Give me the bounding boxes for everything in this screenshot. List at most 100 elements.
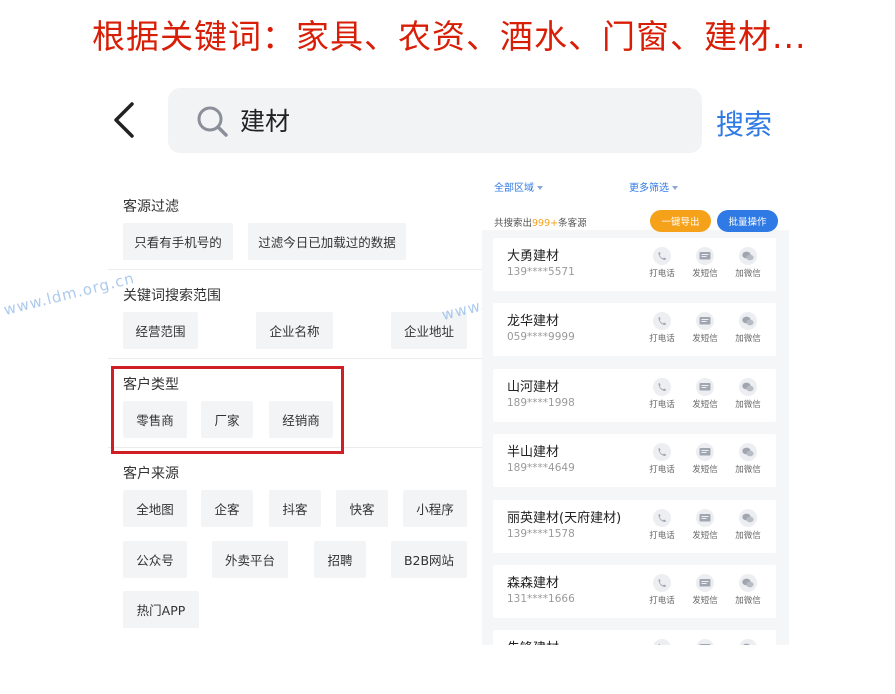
sms-button[interactable]: 发短信 [688,508,722,549]
export-button[interactable]: 一键导出 [650,210,711,232]
promo-banner: 根据关键词：家具、农资、酒水、门窗、建材... [92,17,807,56]
wechat-label: 加微信 [735,269,761,279]
result-name: 半山建材 [507,445,560,461]
call-label: 打电话 [649,399,675,410]
wechat-icon [739,508,757,527]
wechat-button[interactable]: 加微信 [731,443,765,483]
wechat-button[interactable]: 加微信 [731,574,765,614]
section-title-customer-source: 客户来源 [123,466,179,482]
phone-icon [653,312,671,331]
source-option-official-account[interactable]: 公众号 [123,541,187,578]
wechat-label: 加微信 [735,465,761,476]
phone-icon [653,508,671,527]
result-card[interactable]: 朱锋建材 打电话 发短信 加微信 [493,630,776,645]
filter-option-has-phone[interactable]: 只看有手机号的 [123,223,233,260]
result-phone: 131****1666 [507,593,575,605]
call-label: 打电话 [649,334,675,345]
source-option-takeout[interactable]: 外卖平台 [212,541,288,578]
wechat-icon [739,574,757,592]
more-filter-label: 更多筛选 [629,183,669,194]
region-select-label: 全部区域 [494,183,534,194]
wechat-button[interactable]: 加微信 [731,312,765,352]
search-query[interactable]: 建材 [240,102,290,138]
section-title-keyword-scope: 关键词搜索范围 [123,288,221,304]
results-header: 全部区域 更多筛选 共搜索出999+条客源 一键导出 批量操作 [482,175,789,232]
wechat-label: 加微信 [735,399,761,410]
region-select[interactable]: 全部区域 [494,179,543,194]
call-button[interactable]: 打电话 [645,443,679,483]
scope-option-business[interactable]: 经营范围 [123,312,198,349]
result-phone: 189****4649 [507,462,575,475]
call-button[interactable]: 打电话 [645,508,679,549]
result-card[interactable]: 大勇建材 139****5571 打电话 发短信 加微信 [493,238,776,291]
call-label: 打电话 [649,269,675,279]
result-card[interactable]: 森森建材 131****1666 打电话 发短信 加微信 [493,565,776,618]
result-name: 森森建材 [507,576,560,591]
wechat-button[interactable]: 加微信 [731,508,765,549]
sms-button[interactable]: 发短信 [688,377,722,418]
result-phone: 139****1578 [507,527,575,540]
source-option-qike[interactable]: 企客 [201,490,253,527]
caret-down-icon [672,186,678,190]
wechat-button[interactable]: 加微信 [731,377,765,418]
source-option-full-map[interactable]: 全地图 [123,490,187,527]
wechat-icon [739,377,757,396]
highlight-frame [111,366,344,454]
sms-label: 发短信 [692,596,718,606]
message-icon [696,443,714,462]
result-count: 共搜索出999+条客源 [494,215,587,229]
result-card[interactable]: 半山建材 189****4649 打电话 发短信 加微信 [493,434,776,488]
message-icon [696,377,714,396]
phone-icon [653,639,671,645]
count-prefix: 共搜索出 [494,218,533,229]
batch-action-button[interactable]: 批量操作 [717,210,778,232]
result-phone: 189****1998 [507,396,575,409]
more-filter-select[interactable]: 更多筛选 [629,179,678,194]
source-option-kuaike[interactable]: 快客 [336,490,388,527]
sms-button[interactable]: 发短信 [688,639,722,645]
sms-label: 发短信 [692,334,718,345]
call-label: 打电话 [649,465,675,476]
result-card[interactable]: 丽英建材(天府建材) 139****1578 打电话 发短信 加微信 [493,499,776,553]
source-option-mini-program[interactable]: 小程序 [403,490,467,527]
message-icon [696,639,714,645]
search-input[interactable]: 建材 [168,88,702,153]
source-option-recruitment[interactable]: 招聘 [314,541,366,578]
call-button[interactable]: 打电话 [645,377,679,418]
call-label: 打电话 [649,530,675,541]
message-icon [696,312,714,331]
wechat-icon [739,639,757,645]
call-button[interactable]: 打电话 [645,247,679,287]
result-card[interactable]: 龙华建材 059****9999 打电话 发短信 加微信 [493,303,776,357]
call-label: 打电话 [649,596,675,606]
back-arrow-icon[interactable] [110,98,140,142]
message-icon [696,508,714,527]
sms-button[interactable]: 发短信 [688,443,722,483]
message-icon [696,574,714,592]
sms-button[interactable]: 发短信 [688,574,722,614]
sms-button[interactable]: 发短信 [688,247,722,287]
search-button[interactable]: 搜索 [716,103,772,143]
call-button[interactable]: 打电话 [645,312,679,352]
phone-icon [653,574,671,592]
filter-option-exclude-loaded[interactable]: 过滤今日已加载过的数据 [248,223,406,260]
scope-option-company-name[interactable]: 企业名称 [256,312,333,349]
result-name: 朱锋建材 [507,637,559,645]
caret-down-icon [537,186,543,190]
message-icon [696,247,714,265]
wechat-icon [739,312,757,331]
result-name: 丽英建材(天府建材) [507,510,622,526]
sms-label: 发短信 [692,465,718,476]
wechat-button[interactable]: 加微信 [731,247,765,287]
count-suffix: 条客源 [558,218,587,229]
source-option-b2b[interactable]: B2B网站 [391,541,467,578]
source-option-douke[interactable]: 抖客 [269,490,321,527]
source-option-hot-app[interactable]: 热门APP [123,591,199,628]
call-button[interactable]: 打电话 [645,574,679,614]
sms-button[interactable]: 发短信 [688,312,722,352]
result-card[interactable]: 山河建材 189****1998 打电话 发短信 加微信 [493,368,776,422]
wechat-button[interactable]: 加微信 [731,639,765,645]
sms-label: 发短信 [692,269,718,279]
wechat-label: 加微信 [735,530,761,541]
call-button[interactable]: 打电话 [645,639,679,645]
